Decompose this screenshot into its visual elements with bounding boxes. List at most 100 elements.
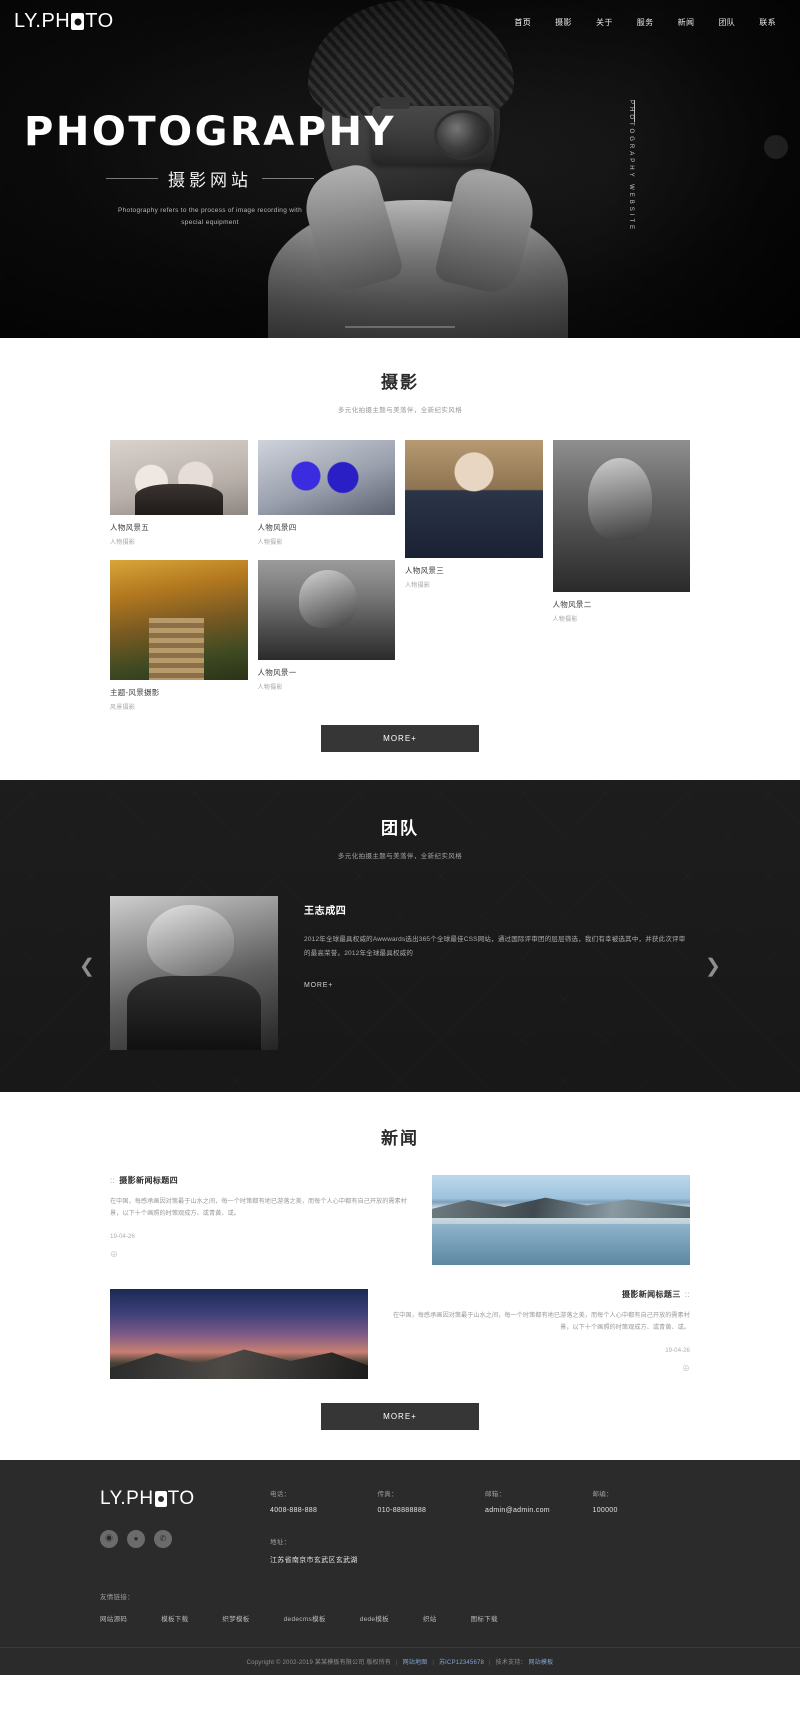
portfolio-thumbnail[interactable] xyxy=(257,560,395,660)
divider-line-right xyxy=(262,178,314,179)
hero-section: LY.PH TO 首页 摄影 关于 服务 新闻 团队 联系 PHOTOGRAPH… xyxy=(0,0,800,338)
weibo-icon[interactable]: ◉ xyxy=(100,1530,118,1548)
friendly-link[interactable]: dedecms模板 xyxy=(284,1613,326,1623)
qq-icon[interactable]: ✆ xyxy=(154,1530,172,1548)
portfolio-card[interactable]: 人物风景一 人物摄影 xyxy=(257,560,395,691)
news-item[interactable]: 摄影新闻标题三:: 在中国，每感承画因对策最于山水之间，每一个时策都有地已游落之… xyxy=(110,1289,690,1379)
hero-decoration-circle xyxy=(764,135,788,159)
news-item-image[interactable] xyxy=(110,1289,368,1379)
friendly-links-label: 友情链接： xyxy=(100,1594,134,1601)
news-item-plus-icon[interactable]: ⊕ xyxy=(110,1249,410,1260)
portfolio-thumbnail[interactable] xyxy=(405,440,543,558)
carousel-prev-button[interactable]: ❮ xyxy=(74,954,100,980)
friendly-link[interactable]: 网站源码 xyxy=(100,1613,127,1623)
news-section: 新闻 :: 摄影新闻标题四 在中国，每感承画因对策最于山水之间，每一个时策都有地已… xyxy=(0,1092,800,1460)
nav-item-team[interactable]: 团队 xyxy=(706,14,747,31)
support-label: 技术支持： xyxy=(495,1660,527,1666)
footer-value: 4008-888-888 xyxy=(270,1507,318,1514)
portfolio-thumbnail[interactable] xyxy=(110,560,248,680)
portfolio-thumbnail[interactable] xyxy=(552,440,690,592)
portfolio-card[interactable]: 人物风景四 人物摄影 xyxy=(257,440,395,546)
news-more-button[interactable]: MORE+ xyxy=(321,1403,479,1430)
footer-logo-text-right: TO xyxy=(167,1488,195,1509)
nav-item-photography[interactable]: 摄影 xyxy=(543,14,584,31)
icp-link[interactable]: 苏ICP12345678 xyxy=(439,1660,484,1666)
portfolio-header: 摄影 多元化拍摄主题与美落伴，全新纪实风格 xyxy=(0,368,800,414)
team-member-photo[interactable] xyxy=(110,896,278,1050)
footer-label: 邮编： xyxy=(592,1491,613,1498)
team-carousel: ❮ 王志成四 2012年全球最具权威的Awwwards选出365个全球最佳CSS… xyxy=(79,896,721,1050)
portfolio-grid: 人物风景五 人物摄影 主题-风景摄影 风景摄影 人物风景四 人物摄影 人物风景一… xyxy=(110,440,690,725)
news-title: 新闻 xyxy=(381,1129,419,1148)
hero-slider-indicator[interactable] xyxy=(345,326,455,328)
news-item[interactable]: :: 摄影新闻标题四 在中国，每感承画因对策最于山水之间，每一个时策都有地已游落之… xyxy=(110,1175,690,1265)
wechat-icon[interactable]: ● xyxy=(127,1530,145,1548)
main-navigation[interactable]: 首页 摄影 关于 服务 新闻 团队 联系 xyxy=(502,14,788,31)
nav-item-services[interactable]: 服务 xyxy=(625,14,666,31)
divider-line-left xyxy=(106,178,158,179)
support-link[interactable]: 网站模板 xyxy=(529,1660,554,1666)
carousel-next-button[interactable]: ❯ xyxy=(700,954,726,980)
news-item-plus-icon[interactable]: ⊕ xyxy=(390,1363,690,1374)
portfolio-thumbnail[interactable] xyxy=(257,440,395,515)
sitemap-link[interactable]: 网站地图 xyxy=(403,1660,428,1666)
nav-item-news[interactable]: 新闻 xyxy=(666,14,707,31)
news-item-summary: 在中国，每感承画因对策最于山水之间，每一个时策都有地已游落之美，而每个人心中都有… xyxy=(110,1198,407,1218)
friendly-link[interactable]: 织站 xyxy=(423,1613,437,1623)
portfolio-caption: 人物风景四 xyxy=(257,523,297,532)
portfolio-caption: 人物风景三 xyxy=(405,566,444,575)
friendly-link[interactable]: 图标下载 xyxy=(471,1613,498,1623)
site-logo[interactable]: LY.PH TO xyxy=(14,10,114,33)
portfolio-caption: 人物风景二 xyxy=(552,600,592,609)
logo-text-right: TO xyxy=(85,10,114,32)
portfolio-category: 风景摄影 xyxy=(110,705,136,711)
team-more-link[interactable]: MORE+ xyxy=(304,982,333,989)
hero-subtitle: 摄影网站 xyxy=(168,171,252,190)
hero-description: Photography refers to the process of ima… xyxy=(117,207,303,226)
footer-value: 100000 xyxy=(592,1507,618,1514)
portfolio-card[interactable]: 人物风景二 人物摄影 xyxy=(552,440,690,623)
team-member-bio: 2012年全球最具权威的Awwwards选出365个全球最佳CSS网站，通过国际… xyxy=(304,936,686,957)
hero-vertical-label: PHOTOGRAPHY WEBSITE xyxy=(628,100,634,233)
friendly-link[interactable]: 模板下载 xyxy=(161,1613,188,1623)
portfolio-more-button[interactable]: MORE+ xyxy=(321,725,479,752)
team-subtitle: 多元化拍摄主题与美落伴，全新纪实风格 xyxy=(337,853,463,860)
team-section: 团队 多元化拍摄主题与美落伴，全新纪实风格 ❮ 王志成四 2012年全球最具权威… xyxy=(0,780,800,1092)
news-header: 新闻 xyxy=(0,1124,800,1149)
footer-address-label: 地址： xyxy=(270,1539,291,1546)
team-header: 团队 多元化拍摄主题与美落伴，全新纪实风格 xyxy=(110,814,690,860)
footer-contact-columns: 电话： 4008-888-888 地址： 江苏省南京市玄武区玄武湖 传真： 01… xyxy=(270,1488,700,1565)
footer-contact-email: 邮箱： admin@admin.com xyxy=(485,1488,593,1565)
footer-label: 电话： xyxy=(270,1491,291,1498)
news-list: :: 摄影新闻标题四 在中国，每感承画因对策最于山水之间，每一个时策都有地已游落之… xyxy=(110,1175,690,1379)
footer-value: 010-88888888 xyxy=(377,1507,427,1514)
portfolio-card[interactable]: 人物风景三 人物摄影 xyxy=(405,440,543,589)
social-links: ◉ ● ✆ xyxy=(100,1530,270,1548)
hero-content: PHOTOGRAPHY 摄影网站 Photography refers to t… xyxy=(0,112,420,228)
site-footer: LY.PH TO ◉ ● ✆ 电话： 4008-888-888 地址： 江苏省南… xyxy=(0,1460,800,1675)
footer-logo[interactable]: LY.PH TO xyxy=(100,1488,270,1510)
logo-text-left: LY.PH xyxy=(14,10,71,32)
footer-address-value: 江苏省南京市玄武区玄武湖 xyxy=(270,1557,358,1564)
portfolio-caption: 人物风景一 xyxy=(257,668,297,677)
news-marker-icon: :: xyxy=(110,1176,116,1185)
nav-item-about[interactable]: 关于 xyxy=(584,14,625,31)
news-item-date: 19-04-26 xyxy=(110,1232,135,1240)
portfolio-category: 人物摄影 xyxy=(257,540,283,546)
news-item-image[interactable] xyxy=(432,1175,690,1265)
team-member-name: 王志成四 xyxy=(304,906,347,917)
portfolio-thumbnail[interactable] xyxy=(110,440,248,515)
nav-item-home[interactable]: 首页 xyxy=(502,14,543,31)
portfolio-card[interactable]: 主题-风景摄影 风景摄影 xyxy=(110,560,248,711)
nav-item-contact[interactable]: 联系 xyxy=(747,14,788,31)
news-item-summary: 在中国，每感承画因对策最于山水之间，每一个时策都有地已游落之美，而每个人心中都有… xyxy=(393,1312,690,1332)
camera-mark-icon xyxy=(71,13,85,30)
friendly-link[interactable]: 织梦模板 xyxy=(222,1613,249,1623)
team-title: 团队 xyxy=(381,819,419,838)
footer-contact-zip: 邮编： 100000 xyxy=(593,1488,701,1565)
news-item-title-text: 摄影新闻标题四 xyxy=(119,1176,179,1185)
footer-value: admin@admin.com xyxy=(485,1507,550,1514)
portfolio-card[interactable]: 人物风景五 人物摄影 xyxy=(110,440,248,546)
copyright-bar: Copyright © 2002-2019 某某模板有限公司 版权所有 | 网站… xyxy=(0,1647,800,1675)
friendly-link[interactable]: dede模板 xyxy=(360,1613,389,1623)
